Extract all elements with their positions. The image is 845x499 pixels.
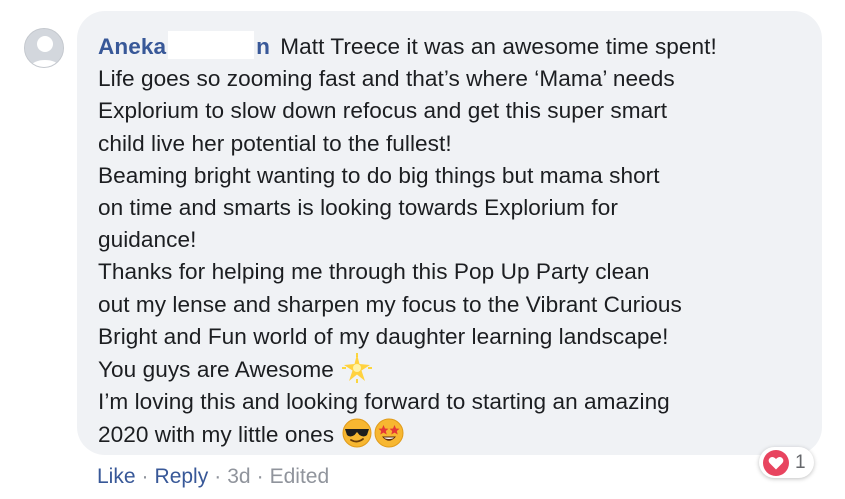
comment-line: guidance! bbox=[98, 227, 197, 253]
comment-line: child live her potential to the fullest! bbox=[98, 130, 452, 156]
comment-line: Matt Treece it was an awesome time spent… bbox=[280, 34, 717, 59]
comment-actions: Like · Reply · 3d · Edited bbox=[97, 462, 329, 492]
separator-dot: · bbox=[256, 465, 264, 488]
comment-line: You guys are Awesome bbox=[98, 357, 334, 383]
comment-line: I’m loving this and looking forward to s… bbox=[98, 389, 670, 415]
comment-text: Aneka n Matt Treece it was an awesome tim… bbox=[98, 31, 818, 452]
comment-line: on time and smarts is looking towards Ex… bbox=[98, 195, 618, 221]
reaction-count: 1 bbox=[795, 451, 806, 473]
comment-line: Life goes so zooming fast and that’s whe… bbox=[98, 66, 675, 92]
reaction-summary[interactable]: 1 bbox=[759, 447, 814, 478]
separator-dot: · bbox=[141, 465, 149, 488]
glowing-star-emoji bbox=[342, 353, 373, 384]
comment-line: Explorium to slow down refocus and get t… bbox=[98, 98, 668, 124]
comment-line: 2020 with my little ones bbox=[98, 422, 335, 448]
comment-line: out my lense and sharpen my focus to the… bbox=[98, 291, 682, 317]
love-heart-icon bbox=[763, 449, 789, 476]
redaction-box bbox=[168, 31, 255, 59]
reply-button[interactable]: Reply bbox=[155, 465, 209, 488]
comment-line: Beaming bright wanting to do big things … bbox=[98, 162, 660, 188]
sunglasses-face-emoji bbox=[342, 418, 372, 448]
separator-dot: · bbox=[214, 465, 222, 488]
comment-line: Bright and Fun world of my daughter lear… bbox=[98, 323, 669, 349]
avatar[interactable] bbox=[24, 28, 64, 68]
timestamp[interactable]: 3d bbox=[227, 465, 250, 488]
edited-label[interactable]: Edited bbox=[270, 465, 330, 488]
comment-line: Thanks for helping me through this Pop U… bbox=[98, 259, 650, 285]
comment-bubble: Aneka n Matt Treece it was an awesome tim… bbox=[77, 11, 822, 455]
default-avatar-icon bbox=[25, 29, 63, 67]
star-struck-face-emoji bbox=[374, 418, 404, 448]
author-name[interactable]: Aneka n bbox=[98, 31, 270, 59]
like-button[interactable]: Like bbox=[97, 465, 136, 488]
